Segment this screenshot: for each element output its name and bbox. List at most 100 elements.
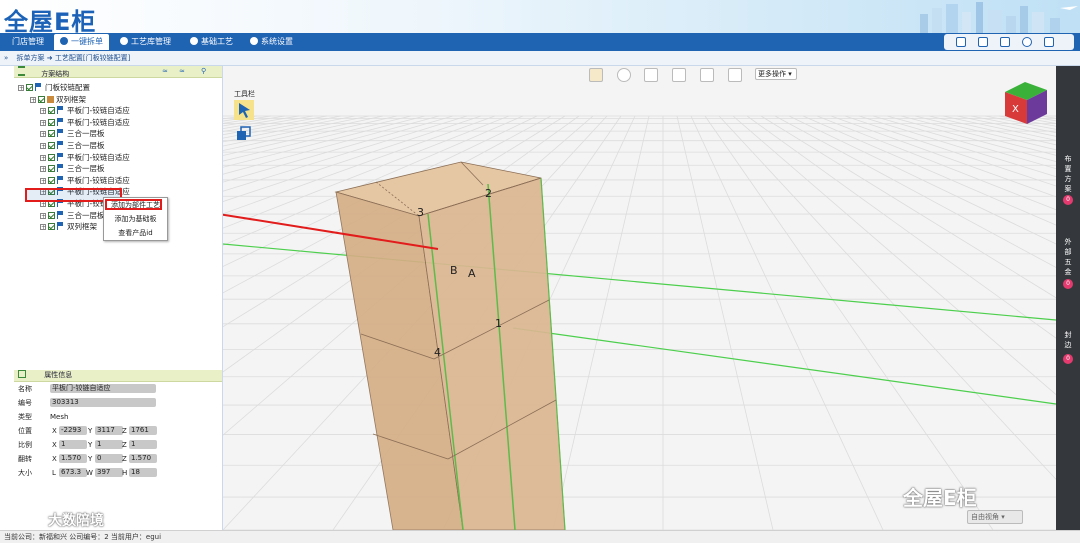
menu-add-component-process[interactable]: 添加为部件工艺 (104, 199, 167, 211)
expand-toggle-icon[interactable]: + (40, 154, 46, 161)
grid-line (844, 115, 1056, 187)
flag-icon (57, 210, 65, 219)
node-checkbox[interactable] (48, 118, 55, 126)
node-checkbox[interactable] (48, 165, 55, 173)
tree-node[interactable]: + 三合一层板 (40, 128, 105, 140)
node-checkbox[interactable] (48, 153, 55, 161)
tree-node[interactable]: + 双列框架 (40, 221, 97, 233)
tree-node[interactable]: + 平板门-铰链自适应 (40, 152, 130, 164)
tree-node-label: 双列框架 (56, 94, 86, 104)
node-checkbox[interactable] (38, 95, 45, 103)
tree-node[interactable]: + 双列框架 (30, 94, 86, 106)
tree-node[interactable]: + 平板门-铰链自适应 (40, 105, 130, 117)
edge-banding-count: 0 (1063, 354, 1073, 364)
type-value: Mesh (50, 413, 69, 421)
collapse-sidebar-icon[interactable]: » (4, 54, 8, 62)
grid-line (998, 115, 1056, 127)
external-hardware-count: 0 (1063, 279, 1073, 289)
app-header: 全屋E柜 (0, 0, 1080, 33)
grid-line (788, 115, 1056, 245)
expand-toggle-icon[interactable]: + (40, 108, 46, 115)
size-l-field[interactable]: 673.3 (59, 468, 87, 477)
size-w-field[interactable]: 397 (95, 468, 123, 477)
exit-icon[interactable] (1044, 37, 1054, 47)
size-h-field[interactable]: 18 (129, 468, 157, 477)
tree-node-label: 三合一层板 (67, 210, 105, 220)
menu-view-product-id[interactable]: 查看产品id (104, 227, 167, 239)
node-checkbox[interactable] (48, 130, 55, 138)
axis-z-label: Z (122, 455, 127, 463)
context-menu: 添加为部件工艺 添加为基础板 查看产品id (103, 197, 168, 241)
cabinet-icon (47, 95, 54, 103)
layout-plan-tab[interactable]: 布置方案 (1056, 154, 1080, 194)
breadcrumb-text[interactable]: 拆单方案 ➜ 工艺配置[门板铰链配置] (17, 54, 131, 62)
tab-store-management[interactable]: 门店管理 (6, 34, 50, 50)
node-checkbox[interactable] (48, 223, 55, 231)
rotation-x-field[interactable]: 1.570 (59, 454, 87, 463)
ground-grid (223, 115, 1056, 530)
panel-icon (18, 370, 26, 378)
user-icon[interactable] (1000, 37, 1010, 47)
target-icon[interactable] (617, 68, 631, 82)
tree-node[interactable]: + 三合一层板 (40, 140, 105, 152)
expand-toggle-icon[interactable]: + (40, 131, 46, 138)
collapse-all-icon[interactable]: ≈ (179, 66, 185, 77)
edge-banding-tab[interactable]: 封边 (1056, 330, 1080, 350)
layers-tool-icon[interactable] (234, 124, 254, 144)
layer-icon[interactable] (589, 68, 603, 82)
code-field[interactable]: 303313 (50, 398, 156, 407)
fullscreen-icon[interactable] (700, 68, 714, 82)
scheme-panel-header: 方案结构 ≈ ≈ ⚲ (14, 66, 222, 78)
search-icon[interactable]: ⚲ (201, 66, 206, 77)
tab-process-library[interactable]: 工艺库管理 (114, 34, 177, 50)
scale-y-field[interactable]: 1 (95, 440, 123, 449)
more-ops-dropdown[interactable]: 更多操作 ▾ (755, 68, 797, 80)
tab-label: 布置方案 (1064, 155, 1072, 193)
tree-node[interactable]: + 三合一层板 (40, 163, 105, 175)
node-checkbox[interactable] (26, 84, 33, 91)
position-x-field[interactable]: -2293 (59, 426, 87, 435)
node-checkbox[interactable] (48, 211, 55, 219)
select-pointer-icon[interactable] (234, 100, 254, 120)
tree-node-label: 双列框架 (67, 222, 97, 232)
grid-line (223, 115, 328, 136)
3d-viewport[interactable]: 2 3 1 4 A B X 更多操作 ▾ 工具栏 自由视角 ▾ (223, 66, 1056, 530)
tab-system-settings[interactable]: 系统设置 (244, 34, 299, 50)
tree-node[interactable]: + 三合一层板 (40, 210, 105, 222)
position-y-field[interactable]: 3117 (95, 426, 123, 435)
expand-toggle-icon[interactable]: + (40, 212, 46, 219)
expand-toggle-icon[interactable]: + (40, 177, 46, 184)
expand-toggle-icon[interactable]: + (40, 224, 46, 231)
expand-toggle-icon[interactable]: + (40, 166, 46, 173)
view-mode-select[interactable]: 自由视角 ▾ (967, 510, 1023, 524)
position-z-field[interactable]: 1761 (129, 426, 157, 435)
tree-node[interactable]: + 平板门-铰链自适应 (40, 175, 130, 187)
node-checkbox[interactable] (48, 176, 55, 184)
scale-z-field[interactable]: 1 (129, 440, 157, 449)
tree-node[interactable]: + 平板门-铰链自适应 (40, 117, 130, 129)
node-checkbox[interactable] (48, 107, 55, 115)
axis-w-label: W (86, 469, 93, 477)
expand-toggle-icon[interactable]: + (40, 119, 46, 126)
rotation-z-field[interactable]: 1.570 (129, 454, 157, 463)
tab-basic-process[interactable]: 基础工艺 (184, 34, 239, 50)
menu-add-base-board[interactable]: 添加为基础板 (104, 213, 167, 225)
expand-toggle-icon[interactable]: + (30, 96, 36, 103)
external-hardware-tab[interactable]: 外部五金 (1056, 237, 1080, 277)
scale-x-field[interactable]: 1 (59, 440, 87, 449)
image-icon[interactable] (956, 37, 966, 47)
node-checkbox[interactable] (48, 142, 55, 149)
tab-one-click-split[interactable]: 一键拆单 (54, 34, 109, 50)
settings-icon[interactable] (1022, 37, 1032, 47)
box-view-icon[interactable] (644, 68, 658, 82)
name-field[interactable]: 平板门-铰链自适应 (50, 384, 156, 393)
copy-icon[interactable] (672, 68, 686, 82)
expand-all-icon[interactable]: ≈ (162, 66, 168, 77)
rotation-y-field[interactable]: 0 (95, 454, 123, 463)
clipboard-icon[interactable] (978, 37, 988, 47)
tree-node[interactable]: + 门板铰链配置 (18, 82, 90, 94)
expand-toggle-icon[interactable]: + (40, 143, 46, 150)
tree-node-label: 平板门-铰链自适应 (67, 175, 130, 185)
lightning-icon[interactable] (728, 68, 742, 82)
expand-toggle-icon[interactable]: + (18, 85, 24, 92)
